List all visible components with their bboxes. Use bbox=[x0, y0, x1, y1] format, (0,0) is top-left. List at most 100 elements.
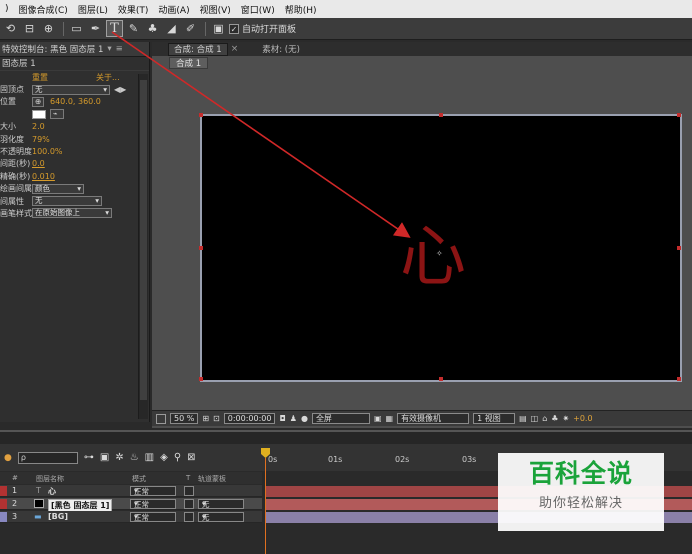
flowchart-icon[interactable]: ♣ bbox=[551, 414, 558, 423]
composition-canvas[interactable]: 心 ✧ bbox=[199, 113, 682, 382]
camera-select[interactable]: 有效摄像机 bbox=[397, 413, 470, 424]
workspace-icon[interactable]: ▣ bbox=[210, 20, 227, 37]
lock-icon[interactable]: ● bbox=[4, 453, 12, 463]
selection-handle[interactable] bbox=[439, 113, 443, 117]
rotate-tool-icon[interactable]: ⟲ bbox=[2, 20, 19, 37]
zoom-select[interactable]: 50 % bbox=[170, 413, 199, 424]
layer-label-color[interactable] bbox=[0, 499, 7, 509]
canvas-text-layer[interactable]: 心 bbox=[400, 224, 466, 290]
selection-handle[interactable] bbox=[677, 113, 681, 117]
pen-tool-icon[interactable]: ✒ bbox=[87, 20, 104, 37]
menu-layer[interactable]: 图层(L) bbox=[73, 3, 113, 16]
effect-param-value[interactable]: 0.0 bbox=[32, 159, 45, 168]
layer-mode-select[interactable]: 正常 ▾ bbox=[130, 486, 176, 496]
rectangle-mask-tool-icon[interactable]: ▭ bbox=[68, 20, 85, 37]
selection-handle[interactable] bbox=[677, 246, 681, 250]
timeline-layer-row[interactable]: 3 ▬ [BG] 正常 ▾ 无 ▾ bbox=[0, 511, 262, 523]
composition-mini-flowchart-icon[interactable]: ⊶ bbox=[84, 452, 94, 463]
scrollbar-thumb[interactable] bbox=[140, 80, 147, 400]
menu-view[interactable]: 视图(V) bbox=[195, 3, 236, 16]
preserve-transparency-checkbox[interactable] bbox=[184, 512, 194, 522]
crosshair-icon[interactable]: ⊕ bbox=[32, 96, 44, 107]
selection-handle[interactable] bbox=[439, 377, 443, 381]
tab-footage[interactable]: 素材: (无) bbox=[256, 43, 306, 55]
frame-blending-icon[interactable]: ♨ bbox=[130, 452, 139, 463]
camera-tool-icon[interactable]: ⊟ bbox=[21, 20, 38, 37]
brainstorm-icon[interactable]: ◈ bbox=[160, 452, 168, 463]
keyframe-nav-icon[interactable]: ◀▶ bbox=[114, 85, 126, 94]
snapshot-icon[interactable]: ◘ bbox=[279, 414, 285, 423]
menu-help[interactable]: 帮助(H) bbox=[280, 3, 322, 16]
close-icon[interactable]: × bbox=[231, 44, 239, 54]
layer-mode-select[interactable]: 正常 ▾ bbox=[130, 512, 176, 522]
view-layout-select[interactable]: 1 视图 bbox=[473, 413, 516, 424]
timeline-layer-row[interactable]: 2 [黑色 固态层 1] 正常 ▾ 无 ▾ bbox=[0, 498, 262, 512]
menu-composition[interactable]: 图像合成(C) bbox=[14, 3, 73, 16]
menu-window[interactable]: 窗口(W) bbox=[236, 3, 280, 16]
grid-icon[interactable]: ⊞ bbox=[202, 414, 209, 423]
eyedropper-icon[interactable]: ⌁ bbox=[50, 109, 64, 120]
region-icon[interactable] bbox=[156, 413, 166, 424]
menu-effects[interactable]: 效果(T) bbox=[113, 3, 154, 16]
transparency-grid-icon[interactable]: ▦ bbox=[386, 414, 394, 423]
effect-param-value[interactable]: 79% bbox=[32, 135, 50, 144]
timeline-layer-row[interactable]: 1 T 心 正常 ▾ bbox=[0, 485, 262, 497]
effect-param-dropdown[interactable]: 无 ▾ bbox=[32, 196, 102, 207]
menu-animation[interactable]: 动画(A) bbox=[153, 3, 194, 16]
safe-zone-icon[interactable]: ⊡ bbox=[213, 414, 220, 423]
current-time-display[interactable]: 0:00:00:00 bbox=[223, 413, 276, 424]
layer-search-input[interactable]: ρ bbox=[17, 451, 78, 464]
fast-preview-icon[interactable]: ◫ bbox=[531, 414, 539, 423]
motion-blur-icon[interactable]: ▥ bbox=[145, 452, 154, 463]
layer-name[interactable]: [BG] bbox=[48, 512, 68, 521]
show-snapshot-icon[interactable]: ♟ bbox=[290, 414, 297, 423]
effect-param-value[interactable]: 640.0, 360.0 bbox=[50, 97, 101, 106]
composition-subtab[interactable]: 合成 1 bbox=[169, 57, 209, 69]
effect-param-value[interactable]: 0.010 bbox=[32, 172, 55, 181]
pixel-aspect-icon[interactable]: ▤ bbox=[519, 414, 527, 423]
effect-param-value[interactable]: 100.0% bbox=[32, 147, 63, 156]
anchor-point-icon[interactable]: ✧ bbox=[436, 249, 443, 258]
track-matte-select[interactable]: 无 ▾ bbox=[198, 512, 244, 522]
channel-icon[interactable]: ● bbox=[301, 414, 308, 423]
selection-handle[interactable] bbox=[677, 377, 681, 381]
about-link[interactable]: 关于... bbox=[96, 72, 120, 83]
layer-name[interactable]: 心 bbox=[48, 486, 56, 497]
effect-controls-tab[interactable]: 特效控制台: 黑色 固态层 1 ▾ ≡ bbox=[0, 42, 149, 57]
eraser-tool-icon[interactable]: ◢ bbox=[163, 20, 180, 37]
brush-tool-icon[interactable]: ✎ bbox=[125, 20, 142, 37]
effects-scrollbar[interactable] bbox=[138, 74, 148, 419]
selection-handle[interactable] bbox=[199, 246, 203, 250]
hide-shy-layers-icon[interactable]: ✲ bbox=[115, 452, 123, 463]
exposure-icon[interactable]: ✷ bbox=[562, 414, 569, 423]
timeline-icon[interactable]: ⌂ bbox=[542, 414, 547, 423]
preserve-transparency-checkbox[interactable] bbox=[184, 499, 194, 509]
clone-stamp-tool-icon[interactable]: ♣ bbox=[144, 20, 161, 37]
chevron-down-icon[interactable]: ▾ bbox=[107, 44, 111, 54]
graph-editor-icon[interactable]: ⚲ bbox=[174, 452, 181, 463]
auto-keyframe-icon[interactable]: ⊠ bbox=[187, 452, 195, 463]
resolution-select[interactable]: 全屏 bbox=[311, 413, 370, 424]
text-tool-icon[interactable]: T bbox=[106, 20, 123, 37]
effect-param-value[interactable]: 2.0 bbox=[32, 122, 45, 131]
roi-icon[interactable]: ▣ bbox=[374, 414, 382, 423]
effect-param-dropdown[interactable]: 在原始图像上 ▾ bbox=[32, 208, 112, 219]
effect-param-dropdown[interactable]: 颜色 ▾ bbox=[32, 183, 84, 194]
selection-handle[interactable] bbox=[199, 377, 203, 381]
draft-3d-icon[interactable]: ▣ bbox=[100, 452, 109, 463]
reset-link[interactable]: 重置 bbox=[32, 72, 96, 83]
layer-mode-select[interactable]: 正常 ▾ bbox=[130, 499, 176, 509]
track-matte-select[interactable]: 无 ▾ bbox=[198, 499, 244, 509]
tab-composition[interactable]: 合成: 合成 1 bbox=[168, 42, 228, 56]
color-swatch[interactable] bbox=[32, 109, 46, 119]
effect-param-dropdown[interactable]: 无 ▾ bbox=[32, 84, 110, 95]
selection-handle[interactable] bbox=[199, 113, 203, 117]
auto-open-panel-checkbox[interactable]: ✓ bbox=[229, 23, 239, 34]
roto-brush-tool-icon[interactable]: ✐ bbox=[182, 20, 199, 37]
panel-menu-icon[interactable]: ≡ bbox=[116, 44, 123, 54]
exposure-value[interactable]: +0.0 bbox=[573, 414, 592, 423]
preserve-transparency-checkbox[interactable] bbox=[184, 486, 194, 496]
pan-behind-tool-icon[interactable]: ⊕ bbox=[40, 20, 57, 37]
layer-label-color[interactable] bbox=[0, 486, 7, 496]
layer-label-color[interactable] bbox=[0, 512, 7, 522]
